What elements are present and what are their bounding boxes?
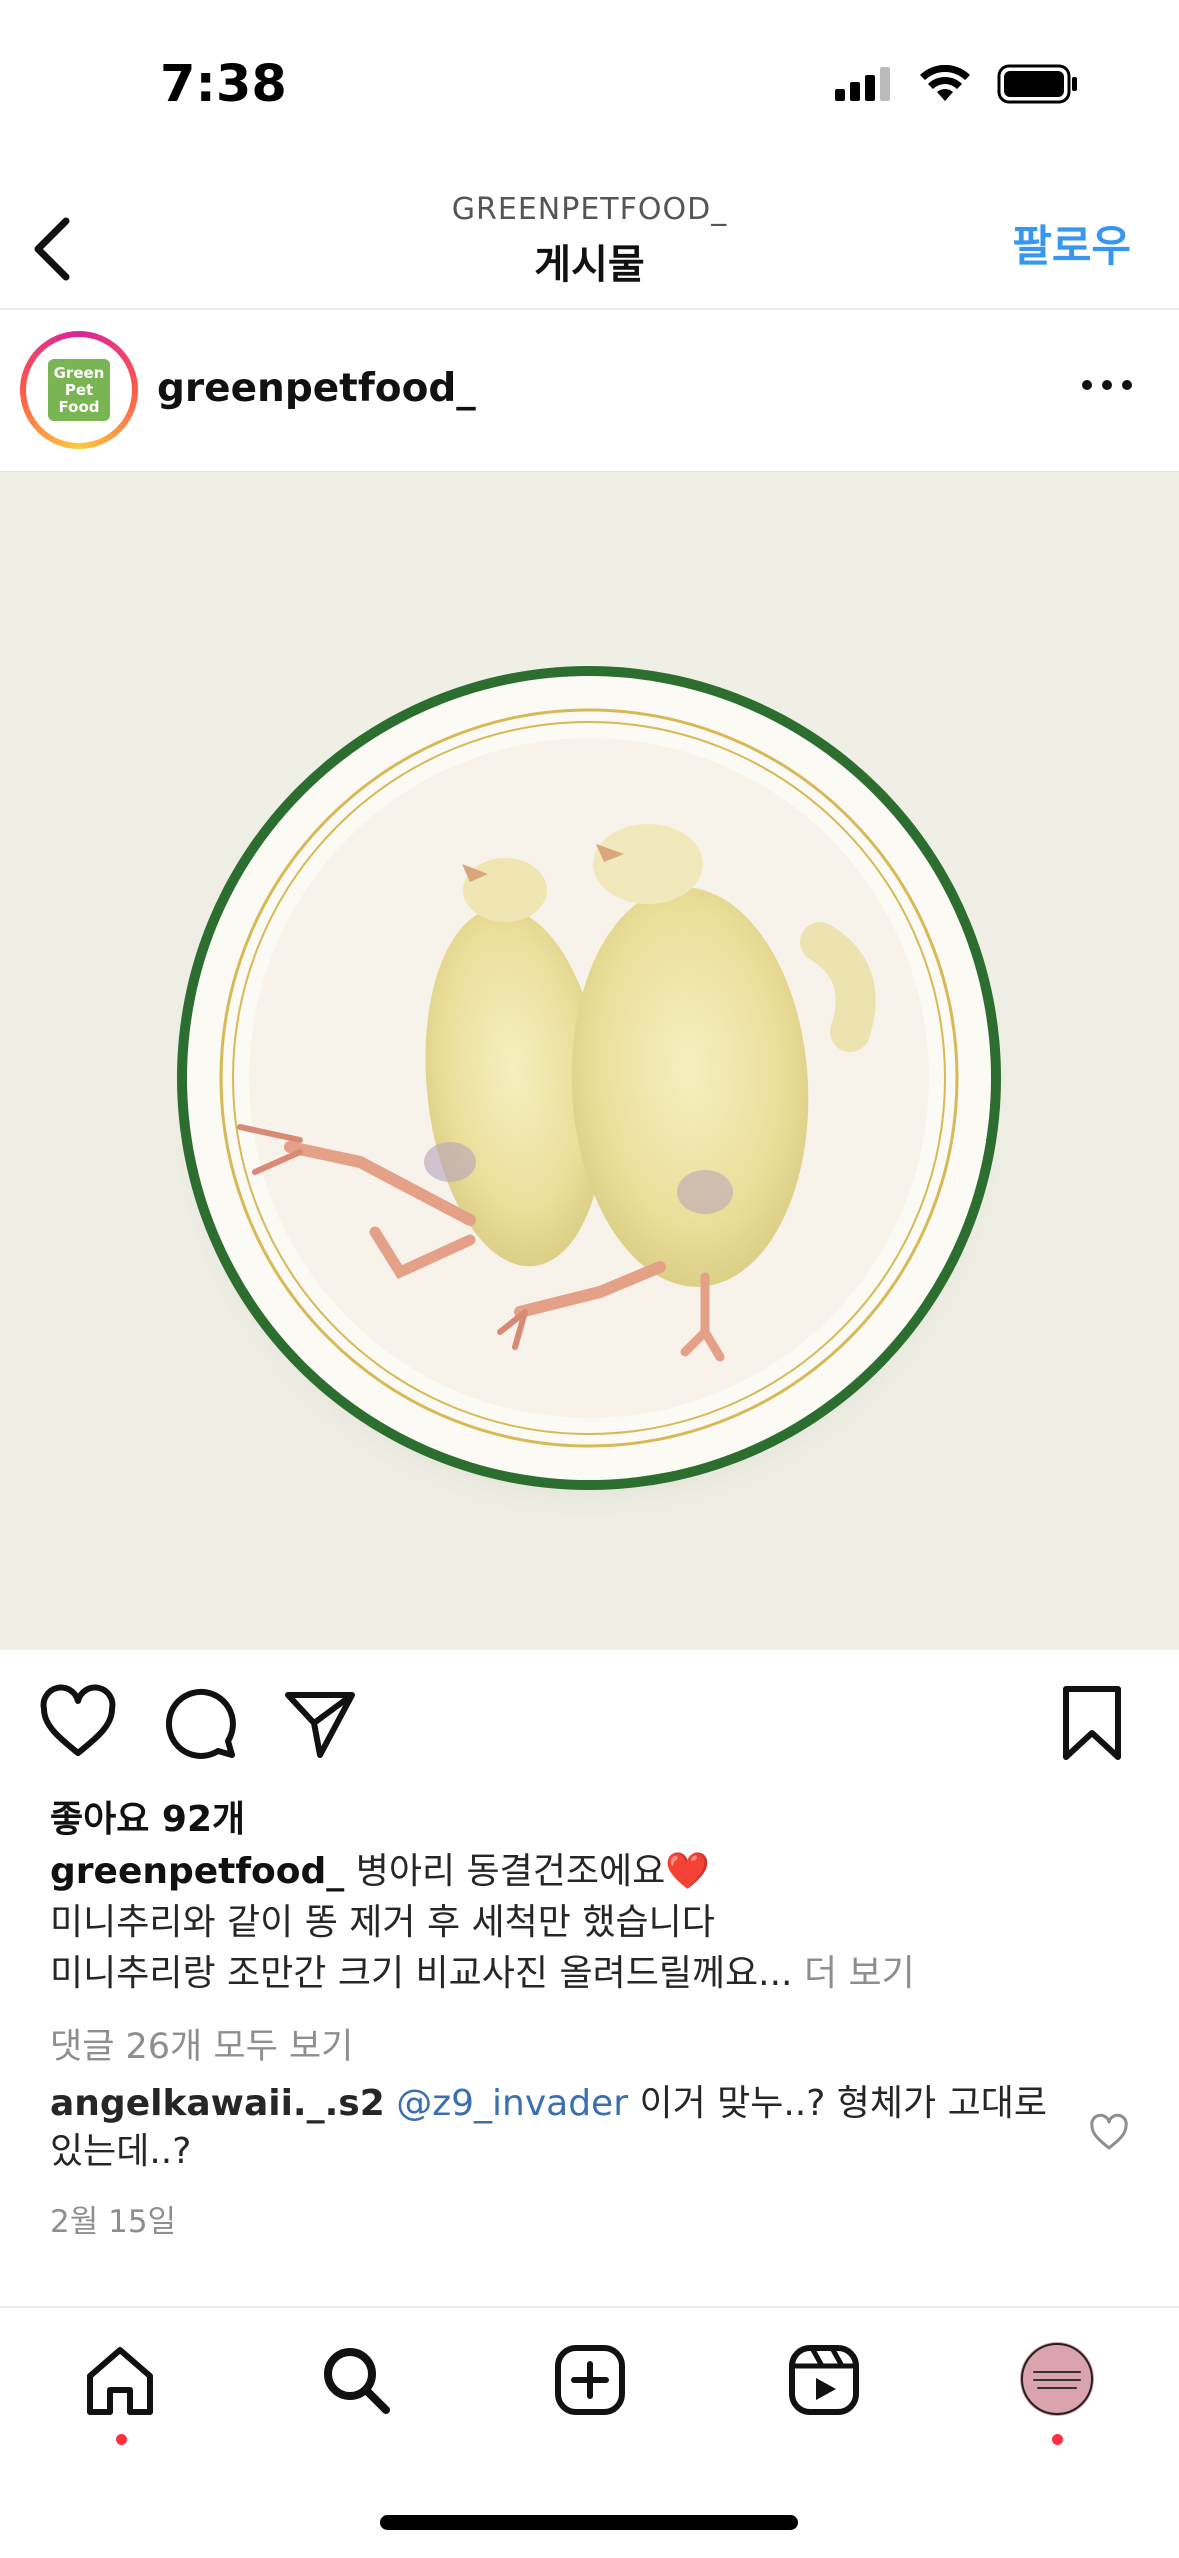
heart-outline-icon [40,1684,116,1756]
search-icon [324,2348,390,2414]
status-time: 7:38 [160,55,287,114]
nav-reels[interactable] [786,2342,862,2418]
caption-username[interactable]: greenpetfood_ [50,1851,344,1892]
caption-line-3: 미니추리랑 조만간 크기 비교사진 올려드릴께요... 더 보기 [50,1948,1130,1999]
more-horizontal-icon [1082,380,1132,390]
comment-bubble-icon [165,1688,236,1759]
comment-button[interactable] [160,1683,240,1763]
comment-like-button[interactable] [1089,2113,1129,2153]
reels-icon [789,2345,859,2415]
like-button[interactable] [38,1683,118,1763]
battery-icon [997,64,1077,104]
nav-home[interactable] [82,2342,158,2418]
save-button[interactable] [1052,1683,1132,1763]
caption-text-2: 미니추리와 같이 똥 제거 후 세척만 했습니다 [50,1902,715,1943]
caption-line-1: greenpetfood_ 병아리 동결건조에요❤️ [50,1846,1130,1897]
like-count[interactable]: 좋아요 92개 [50,1790,245,1842]
post-image[interactable] [0,471,1179,1650]
profile-avatar-icon [1021,2343,1093,2415]
home-icon [87,2347,153,2415]
view-all-comments-link[interactable]: 댓글 26개 모두 보기 [50,2018,353,2069]
more-caption-link[interactable]: 더 보기 [793,1953,915,1994]
plate-with-chicks-image [149,644,1029,1524]
header-account-name: GREENPETFOOD_ [451,192,728,227]
home-indicator [380,2515,798,2530]
plus-square-icon [555,2345,625,2415]
share-button[interactable] [280,1683,360,1763]
heart-outline-icon [1090,2113,1128,2150]
profile-notification-dot [1052,2434,1063,2445]
caption-text-1: 병아리 동결건조에요❤️ [344,1851,711,1892]
caption-text-3: 미니추리랑 조만간 크기 비교사진 올려드릴께요... [50,1953,793,1994]
comment-mention[interactable]: @z9_invader [396,2083,628,2124]
more-options-button[interactable] [1079,365,1135,405]
paper-plane-icon [285,1692,355,1758]
home-notification-dot [116,2434,127,2445]
author-avatar[interactable]: Green Pet Food [20,331,138,449]
post-caption: greenpetfood_ 병아리 동결건조에요❤️ 미니추리와 같이 똥 제거… [50,1846,1130,1999]
green-pet-food-logo: Green Pet Food [48,359,110,421]
bookmark-icon [1063,1686,1121,1760]
follow-button[interactable]: 팔로우 [1012,212,1131,274]
nav-profile-avatar[interactable] [1020,2342,1094,2416]
nav-create[interactable] [552,2342,628,2418]
page-title: 게시물 [534,242,645,288]
status-icons [835,64,1079,104]
post-date: 2월 15일 [50,2204,177,2240]
comment-username[interactable]: angelkawaii._.s2 [50,2083,385,2124]
cellular-signal-icon [835,67,890,101]
comment-item: angelkawaii._.s2 @z9_invader 이거 맞누..? 형체… [50,2080,1050,2176]
nav-search[interactable] [318,2342,394,2418]
wifi-icon [920,65,970,101]
author-username[interactable]: greenpetfood_ [157,366,476,411]
